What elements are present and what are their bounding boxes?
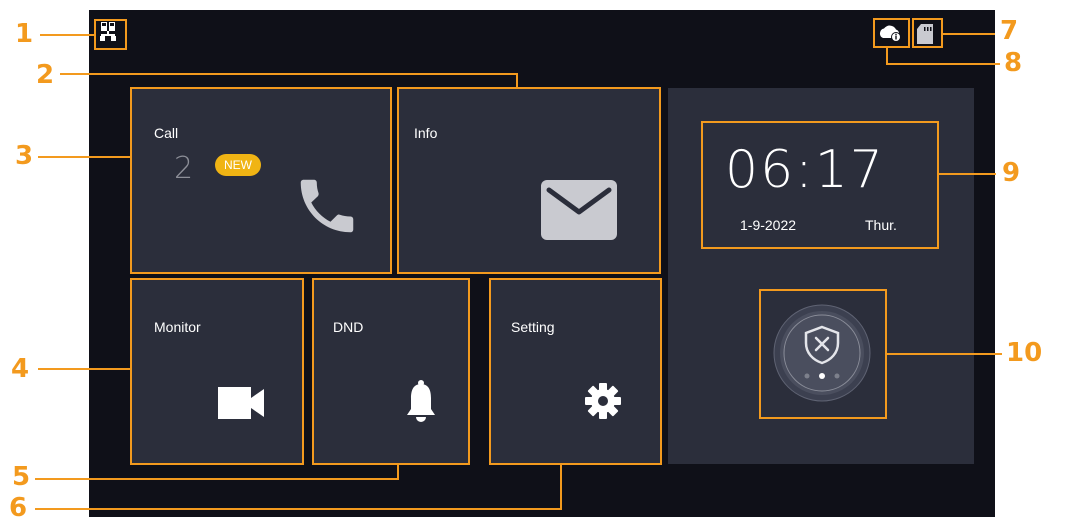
monitor-label: Monitor	[154, 319, 201, 335]
info-panel: 06:17 1-9-2022 Thur.	[668, 88, 974, 464]
call-label: Call	[154, 125, 179, 141]
leader-5-v	[397, 464, 399, 480]
network-icon	[98, 21, 118, 43]
cloud-info-icon[interactable]	[878, 23, 902, 43]
callout-3: 3	[15, 141, 34, 171]
clock-date: 1-9-2022	[740, 217, 797, 233]
leader-7	[943, 33, 995, 35]
setting-label: Setting	[511, 319, 555, 335]
leader-5	[35, 478, 399, 480]
callout-10: 10	[1006, 338, 1043, 368]
leader-2-v	[516, 73, 518, 88]
leader-8-v	[886, 47, 888, 65]
leader-6	[35, 508, 562, 510]
missed-call-count: 2	[174, 151, 194, 186]
leader-4	[38, 368, 131, 370]
callout-5: 5	[12, 462, 31, 492]
callout-1: 1	[15, 19, 34, 49]
leader-6-v	[560, 464, 562, 510]
info-tile[interactable]: Info	[398, 88, 660, 273]
dnd-tile[interactable]: DND	[313, 279, 469, 464]
clock-weekday: Thur.	[865, 217, 897, 233]
callout-6: 6	[9, 493, 28, 523]
device-screen: Call 2 NEW Info Monitor DND Setting 06:1…	[89, 10, 995, 517]
callout-8: 8	[1004, 48, 1023, 78]
arm-mode-widget[interactable]	[760, 289, 884, 417]
leader-10	[887, 353, 1002, 355]
leader-2	[60, 73, 518, 75]
page-dot-3	[834, 373, 840, 379]
setting-tile[interactable]: Setting	[490, 279, 661, 464]
mail-icon	[541, 180, 617, 240]
clock-widget: 06:17 1-9-2022 Thur.	[703, 123, 937, 247]
callout-9: 9	[1002, 158, 1021, 188]
monitor-tile[interactable]: Monitor	[131, 279, 303, 464]
gear-icon	[585, 383, 621, 419]
leader-8	[886, 63, 1000, 65]
info-label: Info	[414, 125, 438, 141]
call-tile[interactable]: Call 2 NEW	[131, 88, 391, 273]
phone-icon	[292, 171, 362, 241]
dnd-label: DND	[333, 319, 364, 335]
callout-4: 4	[11, 354, 30, 384]
new-badge: NEW	[215, 154, 261, 176]
leader-9	[939, 173, 996, 175]
page-dot-1	[804, 373, 810, 379]
callout-7: 7	[1000, 16, 1019, 46]
video-camera-icon	[218, 387, 266, 419]
clock-time: 06:17	[725, 140, 885, 200]
leader-1	[40, 34, 95, 36]
page-dot-2	[819, 373, 825, 379]
callout-2: 2	[36, 60, 55, 90]
leader-3	[38, 156, 131, 158]
bell-icon	[406, 380, 436, 424]
sd-card-icon	[915, 23, 935, 45]
